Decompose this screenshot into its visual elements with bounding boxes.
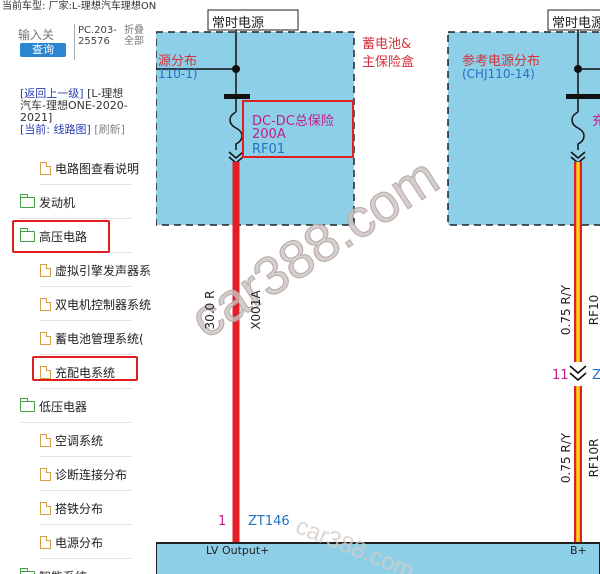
- tree-item-label: 蓄电池管理系统(: [55, 332, 144, 346]
- wire-spec: 0.75 R/Y: [559, 432, 573, 484]
- folder-icon: [20, 194, 35, 208]
- row-divider: [40, 184, 132, 185]
- pc-code-line: PC.203-: [78, 25, 117, 36]
- query-button[interactable]: 查询: [20, 43, 66, 57]
- row-divider: [20, 218, 132, 219]
- constant-power-label: 常时电源: [212, 16, 265, 31]
- tree-item-label: 虚拟引擎发声器系: [55, 264, 152, 278]
- wiring-diagram: car388.com car388.com 常时电源 源分布 110-1) 蓄电…: [156, 0, 600, 574]
- wire-code: RF10R: [587, 438, 600, 478]
- row-divider: [40, 456, 132, 457]
- document-icon: [40, 502, 51, 515]
- tree-item-label: 搭铁分布: [55, 502, 104, 516]
- current-label: [当前: 线路图]: [20, 123, 91, 136]
- row-divider: [20, 422, 132, 423]
- document-icon: [40, 162, 51, 175]
- document-icon: [40, 264, 51, 277]
- row-divider: [40, 490, 132, 491]
- tree-item-label: 低压电器: [39, 400, 88, 414]
- tree-item-label: 诊断连接分布: [55, 468, 128, 482]
- partial-label: 充: [592, 114, 600, 129]
- collapse-label: 折叠: [124, 25, 144, 36]
- breadcrumb: [返回上一级] [L-理想汽车-理想ONE-2020-2021] [当前: 线路…: [20, 88, 132, 136]
- left-panel: 查询 PC.203- 25576 折叠 全部 [返回上一级] [L-理想汽车-理…: [0, 14, 156, 574]
- divider: [74, 24, 75, 60]
- wiring-diagram-canvas: car388.com car388.com: [156, 9, 600, 574]
- tree-item-label: 双电机控制器系统: [55, 298, 152, 312]
- tree-folder[interactable]: 发动机: [20, 186, 132, 219]
- row-divider: [40, 524, 132, 525]
- tree-folder[interactable]: 智能系统: [20, 560, 87, 574]
- document-icon: [40, 434, 51, 447]
- lv-output-label: LV Output+: [206, 544, 270, 557]
- row-divider: [40, 320, 132, 321]
- search-input[interactable]: [18, 26, 78, 44]
- tree-item[interactable]: 蓄电池管理系统(: [40, 322, 144, 355]
- bus-bar: [224, 94, 250, 99]
- wire-spec: 0.75 R/Y: [559, 284, 573, 336]
- row-divider: [40, 354, 132, 355]
- collapse-label: 全部: [124, 36, 144, 47]
- tree-item-label: 空调系统: [55, 434, 104, 448]
- document-icon: [40, 468, 51, 481]
- power-dist-code: 110-1): [158, 67, 198, 81]
- tree-item[interactable]: 空调系统: [40, 424, 132, 457]
- row-divider: [40, 388, 132, 389]
- box-title: 蓄电池&: [362, 37, 412, 52]
- fuse-rating: 200A: [252, 127, 286, 142]
- bus-bar: [566, 94, 600, 99]
- highlight-box: [12, 220, 110, 253]
- document-icon: [40, 332, 51, 345]
- document-icon: [40, 536, 51, 549]
- wire-code: X001A: [249, 290, 263, 330]
- pc-code-line: 25576: [78, 36, 110, 47]
- constant-power-label: 常时电源: [552, 16, 600, 31]
- tree-item[interactable]: 虚拟引擎发声器系: [40, 254, 151, 287]
- tree-item-label: 电路图查看说明: [55, 162, 140, 176]
- wire-code: RF10: [587, 294, 600, 326]
- pin-number: 1: [218, 514, 227, 529]
- refresh-link[interactable]: [刷新]: [94, 123, 125, 136]
- tree-item-label: 智能系统: [39, 568, 87, 574]
- tree-item-label: 发动机: [39, 196, 76, 210]
- pin-code: Z: [592, 368, 600, 383]
- pc-code: PC.203- 25576: [78, 25, 117, 47]
- box-title: 主保险盒: [362, 55, 415, 70]
- tree-item[interactable]: 电路图查看说明: [40, 152, 139, 185]
- document-icon: [40, 298, 51, 311]
- power-dist-code: (CHJ110-14): [462, 67, 535, 81]
- highlight-box: [32, 356, 138, 381]
- folder-icon: [20, 398, 35, 412]
- tree-folder[interactable]: 低压电器: [20, 390, 132, 423]
- row-divider: [40, 286, 132, 287]
- wire-spec: 30.0 R: [203, 290, 217, 330]
- tree-item-label: 电源分布: [55, 536, 104, 550]
- tree-item[interactable]: 电源分布: [40, 526, 132, 559]
- tree-item[interactable]: 搭铁分布: [40, 492, 132, 525]
- row-divider: [40, 558, 132, 559]
- tree-item[interactable]: 双电机控制器系统: [40, 288, 151, 321]
- fuse-code: RF01: [252, 142, 286, 157]
- connector-code: ZT146: [248, 514, 290, 529]
- pin-number: 11: [552, 368, 569, 383]
- b-plus-label: B+: [570, 544, 587, 557]
- tree-item[interactable]: 诊断连接分布: [40, 458, 132, 491]
- collapse-all-button[interactable]: 折叠 全部: [124, 25, 144, 47]
